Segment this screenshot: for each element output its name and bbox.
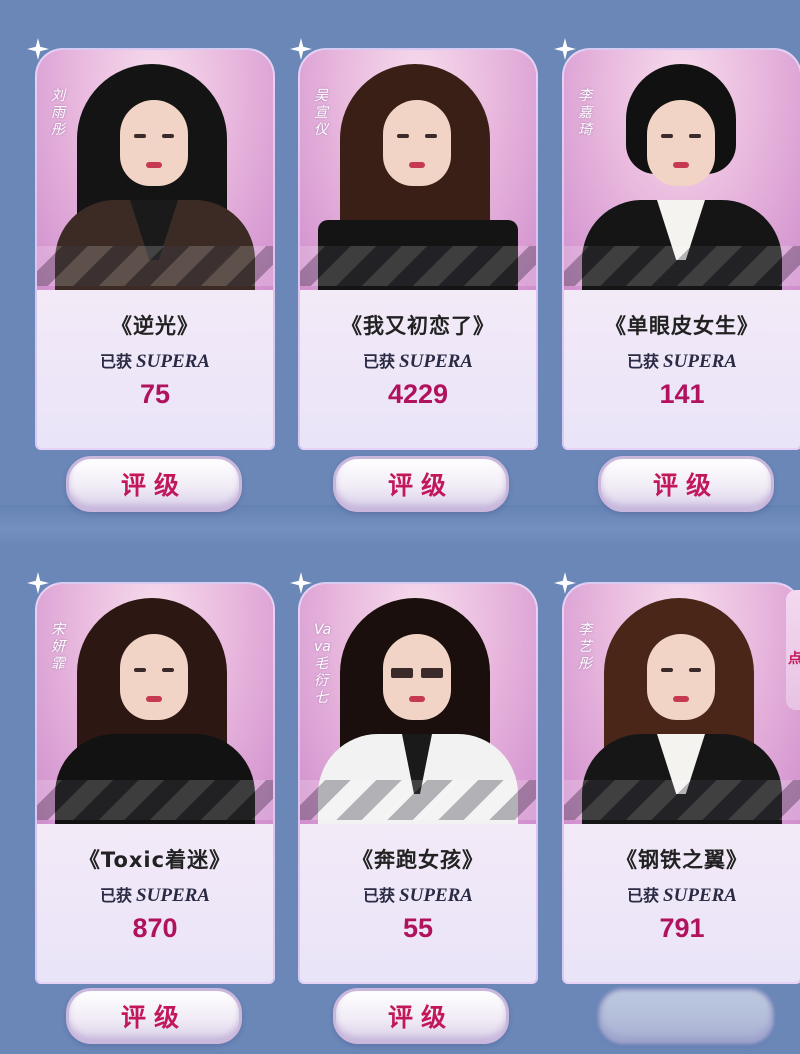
got-label: 已获 bbox=[363, 886, 396, 905]
contestant-name: 李艺彤 bbox=[578, 622, 592, 672]
contestant-name: 宋妍霏 bbox=[51, 622, 65, 672]
got-label: 已获 bbox=[100, 886, 133, 905]
rate-button[interactable]: 评级 bbox=[333, 456, 509, 512]
portrait-image: Vava毛衍七 bbox=[300, 584, 536, 824]
got-label: 已获 bbox=[100, 352, 133, 371]
contestant-card-2[interactable]: 吴宣仪 《我又初恋了》 已获 SUPERA 4229 bbox=[290, 38, 538, 450]
portrait-image: 李艺彤 bbox=[564, 584, 800, 824]
supera-count: 141 bbox=[659, 379, 705, 409]
contestant-card-1[interactable]: 刘雨彤 《逆光》 已获 SUPERA 75 bbox=[27, 38, 275, 450]
supera-badge: SUPERA bbox=[663, 885, 737, 906]
supera-badge: SUPERA bbox=[399, 351, 473, 372]
contestant-name: 李嘉琦 bbox=[578, 88, 592, 138]
got-label: 已获 bbox=[627, 352, 660, 371]
contestant-card-6[interactable]: 李艺彤 《钢铁之翼》 已获 SUPERA 791 bbox=[554, 572, 800, 984]
rate-button[interactable]: 评级 bbox=[598, 456, 774, 512]
supera-count: 75 bbox=[139, 379, 171, 409]
song-title: 《Toxic着迷》 bbox=[78, 848, 232, 872]
supera-badge: SUPERA bbox=[136, 885, 210, 906]
contestant-card-3[interactable]: 李嘉琦 《单眼皮女生》 已获 SUPERA 141 bbox=[554, 38, 800, 450]
song-title: 《钢铁之翼》 bbox=[616, 848, 748, 872]
song-title: 《我又初恋了》 bbox=[341, 314, 495, 338]
supera-count: 55 bbox=[402, 913, 434, 943]
supera-badge: SUPERA bbox=[136, 351, 210, 372]
got-label: 已获 bbox=[363, 352, 396, 371]
rate-button[interactable] bbox=[598, 988, 774, 1044]
song-title: 《逆光》 bbox=[111, 314, 199, 338]
contestant-card-5[interactable]: Vava毛衍七 《奔跑女孩》 已获 SUPERA 55 bbox=[290, 572, 538, 984]
rate-button[interactable]: 评级 bbox=[66, 456, 242, 512]
rate-button[interactable]: 评级 bbox=[66, 988, 242, 1044]
supera-count: 870 bbox=[132, 913, 178, 943]
side-panel-peek[interactable]: 点 bbox=[786, 590, 800, 710]
portrait-image: 吴宣仪 bbox=[300, 50, 536, 290]
got-label: 已获 bbox=[627, 886, 660, 905]
supera-count: 791 bbox=[659, 913, 705, 943]
contestant-name: 吴宣仪 bbox=[314, 88, 328, 138]
portrait-image: 宋妍霏 bbox=[37, 584, 273, 824]
contestant-name: Vava毛衍七 bbox=[314, 622, 332, 706]
song-title: 《奔跑女孩》 bbox=[352, 848, 484, 872]
contestant-card-4[interactable]: 宋妍霏 《Toxic着迷》 已获 SUPERA 870 bbox=[27, 572, 275, 984]
portrait-image: 李嘉琦 bbox=[564, 50, 800, 290]
supera-badge: SUPERA bbox=[399, 885, 473, 906]
portrait-image: 刘雨彤 bbox=[37, 50, 273, 290]
supera-badge: SUPERA bbox=[663, 351, 737, 372]
side-peek-label: 点 bbox=[788, 651, 800, 667]
song-title: 《单眼皮女生》 bbox=[605, 314, 759, 338]
supera-count: 4229 bbox=[387, 379, 449, 409]
rate-button[interactable]: 评级 bbox=[333, 988, 509, 1044]
contestant-name: 刘雨彤 bbox=[51, 88, 65, 138]
